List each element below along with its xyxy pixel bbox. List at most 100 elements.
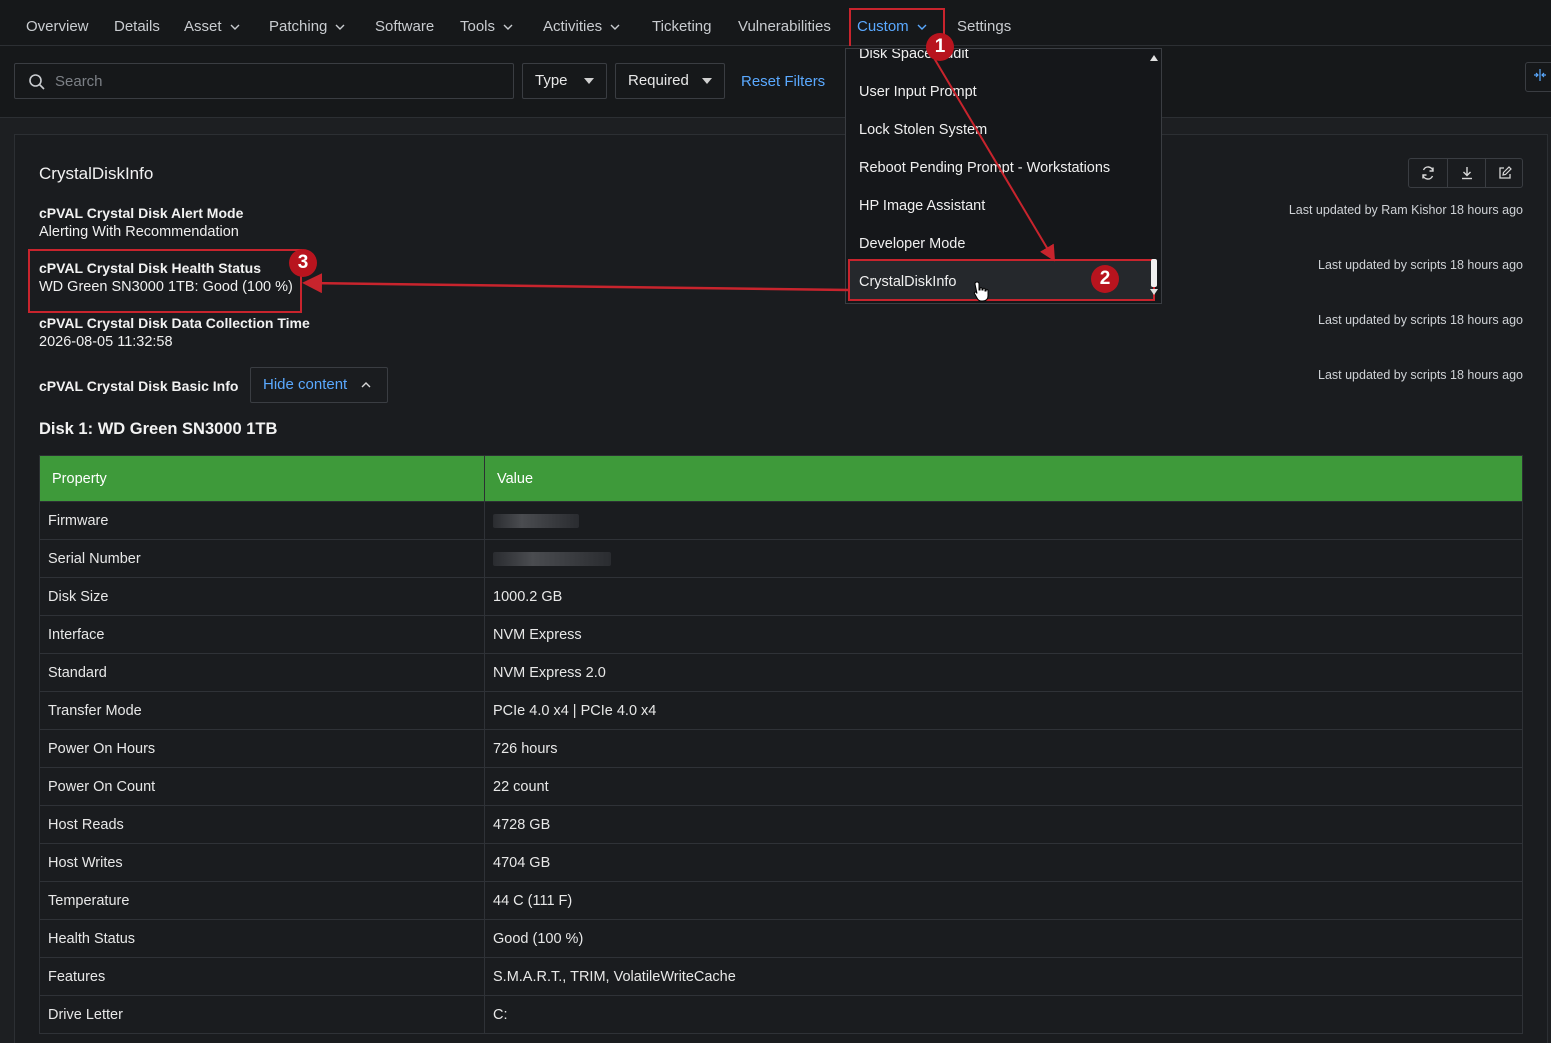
edit-button[interactable] [1485,159,1523,187]
refresh-button[interactable] [1409,159,1447,187]
value-cell: 4704 GB [484,843,1523,882]
table-row: Firmware [39,501,1523,540]
edit-icon [1498,166,1512,179]
value-cell: 22 count [484,767,1523,806]
property-cell: Features [39,957,485,996]
disk-title: Disk 1: WD Green SN3000 1TB [39,420,278,438]
table-row: Health Status Good (100 %) [39,919,1523,958]
field-value-alert-mode: Alerting With Recommendation [39,224,239,240]
table-row: Drive Letter C: [39,995,1523,1034]
property-cell: Host Writes [39,843,485,882]
table-row: Host Writes 4704 GB [39,843,1523,882]
table-row: Standard NVM Express 2.0 [39,653,1523,692]
value-cell: PCIe 4.0 x4 | PCIe 4.0 x4 [484,691,1523,730]
value-cell: Good (100 %) [484,919,1523,958]
annotation-highlight-health-status [28,249,302,313]
property-cell: Drive Letter [39,995,485,1034]
redacted-value [493,551,611,566]
search-input[interactable] [55,64,495,98]
chevron-down-icon [230,24,240,31]
tab-settings[interactable]: Settings [957,0,1011,46]
annotation-badge-2: 2 [1091,265,1119,293]
menu-item-lock-stolen-system[interactable]: Lock Stolen System [859,122,987,138]
redacted-value [493,513,579,528]
caret-down-icon [584,78,594,84]
search-box[interactable] [14,63,514,99]
chevron-down-icon [610,24,620,31]
type-filter-dropdown[interactable]: Type [522,63,607,99]
table-header-row: Property Value [39,455,1523,502]
annotation-badge-1: 1 [926,33,954,61]
hide-content-button[interactable]: Hide content [250,367,388,403]
download-icon [1461,167,1472,180]
table-row: Serial Number [39,539,1523,578]
tab-activities[interactable]: Activities [543,0,620,46]
table-row: Interface NVM Express [39,615,1523,654]
tab-ticketing[interactable]: Ticketing [652,0,711,46]
value-cell: S.M.A.R.T., TRIM, VolatileWriteCache [484,957,1523,996]
value-cell: NVM Express 2.0 [484,653,1523,692]
property-cell: Host Reads [39,805,485,844]
value-cell: NVM Express [484,615,1523,654]
table-row: Disk Size 1000.2 GB [39,577,1523,616]
tab-tools[interactable]: Tools [460,0,513,46]
field-label-alert-mode: cPVAL Crystal Disk Alert Mode [39,205,244,221]
caret-down-icon [702,78,712,84]
property-cell: Temperature [39,881,485,920]
custom-dropdown-menu: Disk Space Audit User Input Prompt Lock … [845,48,1162,304]
updated-text: Last updated by scripts 18 hours ago [1318,368,1523,382]
disk-info-table: Property Value Firmware Serial Number Di… [39,455,1523,1034]
updated-text: Last updated by scripts 18 hours ago [1318,258,1523,272]
tab-overview[interactable]: Overview [26,0,89,46]
property-cell: Health Status [39,919,485,958]
field-label-collection-time: cPVAL Crystal Disk Data Collection Time [39,315,310,331]
value-cell-redacted [484,539,1523,578]
download-button[interactable] [1447,159,1485,187]
property-cell: Disk Size [39,577,485,616]
chevron-up-icon [361,382,371,388]
value-cell: 726 hours [484,729,1523,768]
chevron-down-icon [503,24,513,31]
reset-filters-link[interactable]: Reset Filters [741,73,825,90]
property-cell: Serial Number [39,539,485,578]
section-title: CrystalDiskInfo [39,164,154,183]
property-cell: Power On Hours [39,729,485,768]
refresh-icon [1422,166,1434,180]
property-cell: Transfer Mode [39,691,485,730]
tab-patching[interactable]: Patching [269,0,345,46]
value-cell: 4728 GB [484,805,1523,844]
field-value-collection-time: 2026-08-05 11:32:58 [39,334,173,350]
value-cell: 44 C (111 F) [484,881,1523,920]
menu-item-developer-mode[interactable]: Developer Mode [859,236,965,252]
top-nav: Overview Details Asset Patching Software… [0,0,1551,46]
collapse-panel-button[interactable] [1525,62,1551,92]
value-cell-redacted [484,501,1523,540]
menu-item-crystaldiskinfo[interactable]: CrystalDiskInfo [859,274,957,290]
collapse-icon [1534,69,1546,81]
scroll-down-icon[interactable] [1150,289,1158,295]
tab-details[interactable]: Details [114,0,160,46]
column-header-value: Value [484,455,1523,502]
table-row: Features S.M.A.R.T., TRIM, VolatileWriteC… [39,957,1523,996]
table-row: Host Reads 4728 GB [39,805,1523,844]
field-label-basic-info: cPVAL Crystal Disk Basic Info [39,378,239,394]
tab-software[interactable]: Software [375,0,434,46]
updated-text: Last updated by scripts 18 hours ago [1318,313,1523,327]
value-cell: 1000.2 GB [484,577,1523,616]
table-row: Transfer Mode PCIe 4.0 x4 | PCIe 4.0 x4 [39,691,1523,730]
menu-item-user-input-prompt[interactable]: User Input Prompt [859,84,977,100]
tab-vulnerabilities[interactable]: Vulnerabilities [738,0,831,46]
property-cell: Firmware [39,501,485,540]
scrollbar-thumb[interactable] [1151,259,1157,287]
updated-text: Last updated by Ram Kishor 18 hours ago [1288,203,1523,217]
menu-item-hp-image-assistant[interactable]: HP Image Assistant [859,198,985,214]
annotation-badge-3: 3 [289,249,317,277]
required-filter-dropdown[interactable]: Required [615,63,725,99]
filter-bar: Type Required Reset Filters [0,46,1551,118]
value-cell: C: [484,995,1523,1034]
scroll-up-icon[interactable] [1150,55,1158,61]
property-cell: Standard [39,653,485,692]
tab-asset[interactable]: Asset [184,0,240,46]
chevron-down-icon [335,24,345,31]
menu-item-reboot-pending-prompt[interactable]: Reboot Pending Prompt - Workstations [859,160,1110,176]
